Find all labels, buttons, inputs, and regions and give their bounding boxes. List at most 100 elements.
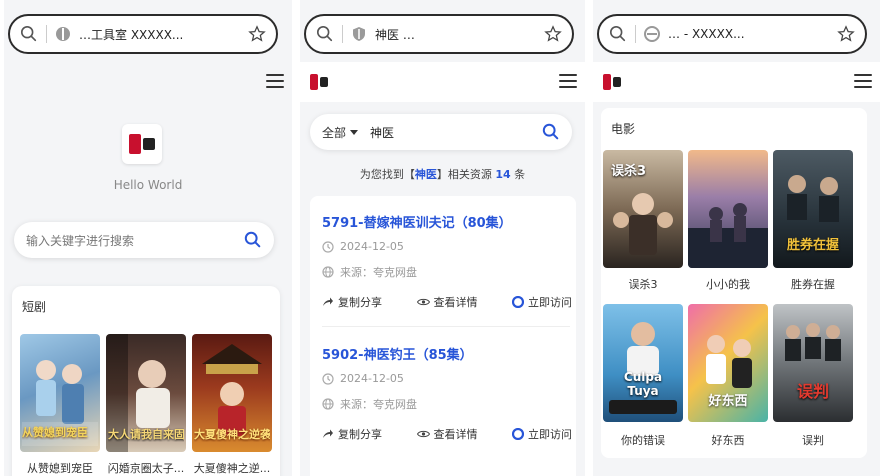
divider: [635, 25, 636, 43]
site-icon: [644, 26, 660, 42]
visit-icon: [512, 428, 524, 440]
poster-card[interactable]: 大夏傻神之逆袭: [192, 334, 272, 452]
star-icon[interactable]: [837, 25, 855, 43]
address-text: …工具室 XXXXX...: [79, 27, 184, 42]
poster-caption: 闪婚京圈太子...: [107, 462, 185, 475]
phone-movies: … - XXXXX... 电影 误杀3 误杀3 小小的我 胜券在握 胜券在握 C…: [593, 0, 880, 476]
movie-poster[interactable]: 误判: [773, 304, 853, 422]
share-button[interactable]: 复制分享: [322, 426, 382, 442]
address-text: 神医 …: [375, 27, 415, 42]
movie-poster[interactable]: 胜券在握: [773, 150, 853, 268]
divider: [342, 25, 343, 43]
clock-icon: [322, 240, 334, 253]
hello-text: Hello World: [113, 178, 183, 192]
movie-title: 你的错误: [621, 434, 665, 447]
shorts-section: 短剧 从赞媳到宠臣 从赞媳到宠臣 大人请我自来固 闪婚京圈太子... 大夏傻神之…: [12, 286, 280, 476]
poster-overlay-title: 胜券在握: [786, 238, 839, 253]
poster-card[interactable]: 大人请我自来固: [106, 334, 186, 452]
globe-icon: [322, 398, 334, 410]
movie-poster[interactable]: Culpa Tuya: [603, 304, 683, 422]
detail-button[interactable]: 查看详情: [416, 294, 478, 310]
result-actions: 复制分享 查看详情 立即访问: [322, 294, 572, 310]
app-header: [300, 62, 585, 102]
visit-icon: [512, 296, 524, 308]
search-icon: [20, 25, 37, 42]
movie-poster[interactable]: 误杀3: [603, 150, 683, 268]
result-actions: 复制分享 查看详情 立即访问: [322, 426, 572, 442]
movies-section: 电影 误杀3 误杀3 小小的我 胜券在握 胜券在握 Culpa Tuya 你的错…: [593, 102, 880, 476]
screenshot-stage: …工具室 XXXXX... Hello World 输入关键字进行搜索 短剧 从…: [0, 0, 884, 476]
menu-icon[interactable]: [854, 74, 872, 88]
scope-dropdown[interactable]: 全部: [322, 124, 346, 141]
poster-overlay-title: Culpa Tuya: [623, 370, 663, 398]
visit-button[interactable]: 立即访问: [512, 426, 572, 442]
detail-button[interactable]: 查看详情: [416, 426, 478, 442]
star-icon[interactable]: [544, 25, 562, 43]
result-date: 2024-12-05: [322, 240, 404, 253]
globe-icon: [322, 266, 334, 278]
app-header: [593, 62, 880, 102]
app-logo[interactable]: [601, 74, 623, 90]
menu-icon[interactable]: [266, 74, 284, 88]
result-source: 来源：夸克网盘: [322, 264, 417, 280]
poster-overlay-title: 误杀3: [611, 164, 647, 179]
site-icon: [56, 27, 70, 41]
result-date: 2024-12-05: [322, 372, 404, 385]
movie-poster[interactable]: [688, 150, 768, 268]
visit-button[interactable]: 立即访问: [512, 294, 572, 310]
movie-title: 误杀3: [628, 278, 658, 291]
chevron-down-icon: [350, 129, 359, 135]
poster-overlay-title: 大人请我自来固: [108, 428, 184, 441]
search-icon[interactable]: [542, 123, 560, 141]
home-section: Hello World 输入关键字进行搜索 短剧 从赞媳到宠臣 从赞媳到宠臣 大…: [4, 102, 292, 476]
movie-title: 小小的我: [706, 278, 750, 291]
movie-title: 误判: [802, 434, 824, 447]
result-count: 为您找到【神医】相关资源 14 条: [359, 168, 526, 181]
results-card: 5791-替嫁神医训夫记（80集） 2024-12-05 来源：夸克网盘 复制分…: [310, 196, 576, 476]
star-icon[interactable]: [248, 25, 266, 43]
movie-poster[interactable]: 好东西: [688, 304, 768, 422]
movie-title: 好东西: [711, 434, 745, 447]
result-source: 来源：夸克网盘: [322, 396, 417, 412]
shield-icon: [353, 27, 365, 41]
menu-icon[interactable]: [559, 74, 577, 88]
share-button[interactable]: 复制分享: [322, 294, 382, 310]
section-title: 电影: [611, 122, 636, 136]
browser-address-bar[interactable]: 神医 …: [304, 14, 574, 54]
poster-caption: 大夏傻神之逆...: [193, 462, 271, 475]
result-title[interactable]: 5791-替嫁神医训夫记（80集）: [322, 212, 512, 231]
poster-overlay-title: 好东西: [708, 394, 748, 409]
search-field[interactable]: 输入关键字进行搜索: [14, 222, 274, 258]
divider: [322, 326, 570, 327]
app-header: [4, 62, 292, 102]
search-icon: [609, 25, 626, 42]
search-bar[interactable]: 全部 神医: [310, 114, 572, 150]
share-icon: [323, 297, 333, 306]
poster-card[interactable]: 从赞媳到宠臣: [20, 334, 100, 452]
poster-overlay-title: 误判: [796, 382, 829, 401]
poster-overlay-title: 大夏傻神之逆袭: [194, 428, 270, 441]
clock-icon: [322, 372, 334, 385]
browser-address-bar[interactable]: … - XXXXX...: [597, 14, 867, 54]
app-logo[interactable]: [308, 74, 330, 90]
phone-home: …工具室 XXXXX... Hello World 输入关键字进行搜索 短剧 从…: [4, 0, 292, 476]
phone-search-results: 神医 … 全部 神医 为您找到【神医】相关资源 14 条 5791-替嫁神医训夫…: [300, 0, 585, 476]
section-title: 短剧: [22, 300, 47, 314]
movie-grid-card: 电影 误杀3 误杀3 小小的我 胜券在握 胜券在握 Culpa Tuya 你的错…: [601, 108, 867, 458]
results-section: 全部 神医 为您找到【神医】相关资源 14 条 5791-替嫁神医训夫记（80集…: [300, 102, 585, 476]
search-input[interactable]: 神医: [370, 124, 542, 141]
share-icon: [323, 429, 333, 438]
poster-caption: 从赞媳到宠臣: [27, 462, 93, 475]
poster-overlay-title: 从赞媳到宠臣: [22, 426, 88, 439]
eye-icon: [416, 298, 430, 306]
movie-title: 胜券在握: [791, 278, 835, 291]
app-logo: [122, 124, 162, 164]
divider: [46, 25, 47, 43]
search-icon[interactable]: [244, 231, 262, 249]
search-icon: [316, 25, 333, 42]
result-title[interactable]: 5902-神医钓王（85集）: [322, 344, 473, 363]
eye-icon: [416, 430, 430, 438]
browser-address-bar[interactable]: …工具室 XXXXX...: [8, 14, 278, 54]
search-placeholder: 输入关键字进行搜索: [26, 233, 135, 248]
address-text: … - XXXXX...: [668, 27, 745, 41]
